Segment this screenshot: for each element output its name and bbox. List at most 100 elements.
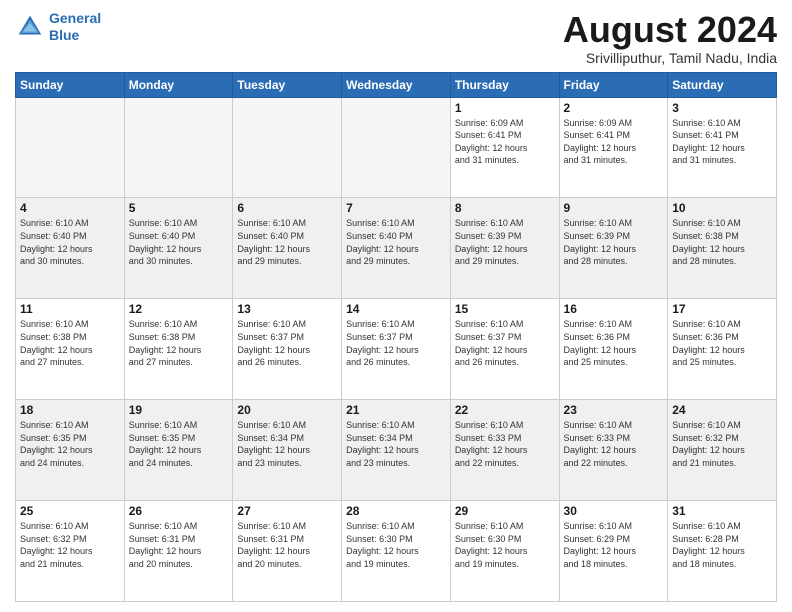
day-info: Sunrise: 6:10 AM Sunset: 6:30 PM Dayligh… — [346, 520, 446, 570]
day-info: Sunrise: 6:10 AM Sunset: 6:36 PM Dayligh… — [564, 318, 664, 368]
day-number: 28 — [346, 504, 446, 518]
calendar-cell: 11Sunrise: 6:10 AM Sunset: 6:38 PM Dayli… — [16, 299, 125, 400]
month-title: August 2024 — [563, 10, 777, 50]
calendar-cell: 4Sunrise: 6:10 AM Sunset: 6:40 PM Daylig… — [16, 198, 125, 299]
day-number: 13 — [237, 302, 337, 316]
calendar-cell — [342, 97, 451, 198]
calendar-cell: 13 Sunrise: 6:10 AM Sunset: 6:37 PM Dayli… — [233, 299, 342, 400]
calendar-cell: 1Sunrise: 6:09 AM Sunset: 6:41 PM Daylig… — [450, 97, 559, 198]
calendar-cell: 18 Sunrise: 6:10 AM Sunset: 6:35 PM Dayli… — [16, 400, 125, 501]
calendar-cell: 22Sunrise: 6:10 AM Sunset: 6:33 PM Dayli… — [450, 400, 559, 501]
day-info: Sunrise: 6:10 AM Sunset: 6:32 PM Dayligh… — [672, 419, 772, 469]
calendar-header-wednesday: Wednesday — [342, 72, 451, 97]
calendar-cell: 7Sunrise: 6:10 AM Sunset: 6:40 PM Daylig… — [342, 198, 451, 299]
day-number: 2 — [564, 101, 664, 115]
calendar-week-2: 11 Sunrise: 6:10 AM Sunset: 6:38 PM Dayli… — [16, 299, 777, 400]
day-number: 15 — [455, 302, 555, 316]
calendar-cell: 19 Sunrise: 6:10 AM Sunset: 6:35 PM Dayli… — [124, 400, 233, 501]
calendar-cell: 20 Sunrise: 6:10 AM Sunset: 6:34 PM Dayli… — [233, 400, 342, 501]
calendar-cell: 21 Sunrise: 6:10 AM Sunset: 6:34 PM Dayli… — [342, 400, 451, 501]
day-info: Sunrise: 6:10 AM Sunset: 6:34 PM Dayligh… — [237, 419, 337, 469]
calendar-cell: 23 Sunrise: 6:10 AM Sunset: 6:33 PM Dayli… — [559, 400, 668, 501]
day-info: Sunrise: 6:10 AM Sunset: 6:39 PM Dayligh… — [564, 217, 664, 267]
day-number: 20 — [237, 403, 337, 417]
day-number: 31 — [672, 504, 772, 518]
day-number: 23 — [564, 403, 664, 417]
day-number: 17 — [672, 302, 772, 316]
day-number: 16 — [564, 302, 664, 316]
calendar-cell: 31 Sunrise: 6:10 AM Sunset: 6:28 PM Dayli… — [668, 501, 777, 602]
day-info: Sunrise: 6:09 AM Sunset: 6:41 PM Dayligh… — [455, 117, 555, 167]
calendar-header-tuesday: Tuesday — [233, 72, 342, 97]
day-info: Sunrise: 6:10 AM Sunset: 6:35 PM Dayligh… — [20, 419, 120, 469]
day-info: Sunrise: 6:10 AM Sunset: 6:28 PM Dayligh… — [672, 520, 772, 570]
calendar-header-saturday: Saturday — [668, 72, 777, 97]
calendar-week-3: 18 Sunrise: 6:10 AM Sunset: 6:35 PM Dayli… — [16, 400, 777, 501]
day-number: 6 — [237, 201, 337, 215]
day-number: 21 — [346, 403, 446, 417]
day-number: 12 — [129, 302, 229, 316]
calendar-cell: 5 Sunrise: 6:10 AM Sunset: 6:40 PM Daylig… — [124, 198, 233, 299]
calendar: SundayMondayTuesdayWednesdayThursdayFrid… — [15, 72, 777, 602]
day-number: 25 — [20, 504, 120, 518]
title-block: August 2024 Srivilliputhur, Tamil Nadu, … — [563, 10, 777, 66]
day-info: Sunrise: 6:10 AM Sunset: 6:32 PM Dayligh… — [20, 520, 120, 570]
day-number: 27 — [237, 504, 337, 518]
logo-blue: Blue — [49, 27, 79, 43]
day-number: 5 — [129, 201, 229, 215]
calendar-cell: 2Sunrise: 6:09 AM Sunset: 6:41 PM Daylig… — [559, 97, 668, 198]
day-number: 9 — [564, 201, 664, 215]
day-info: Sunrise: 6:10 AM Sunset: 6:35 PM Dayligh… — [129, 419, 229, 469]
calendar-header-friday: Friday — [559, 72, 668, 97]
logo: General Blue — [15, 10, 101, 44]
day-number: 30 — [564, 504, 664, 518]
calendar-cell: 6Sunrise: 6:10 AM Sunset: 6:40 PM Daylig… — [233, 198, 342, 299]
calendar-cell: 29 Sunrise: 6:10 AM Sunset: 6:30 PM Dayli… — [450, 501, 559, 602]
day-number: 10 — [672, 201, 772, 215]
day-info: Sunrise: 6:10 AM Sunset: 6:31 PM Dayligh… — [237, 520, 337, 570]
calendar-week-1: 4Sunrise: 6:10 AM Sunset: 6:40 PM Daylig… — [16, 198, 777, 299]
day-info: Sunrise: 6:10 AM Sunset: 6:40 PM Dayligh… — [20, 217, 120, 267]
logo-general: General — [49, 10, 101, 26]
day-number: 19 — [129, 403, 229, 417]
day-number: 18 — [20, 403, 120, 417]
day-info: Sunrise: 6:10 AM Sunset: 6:33 PM Dayligh… — [564, 419, 664, 469]
day-info: Sunrise: 6:10 AM Sunset: 6:30 PM Dayligh… — [455, 520, 555, 570]
calendar-cell — [124, 97, 233, 198]
page: General Blue August 2024 Srivilliputhur,… — [0, 0, 792, 612]
day-info: Sunrise: 6:10 AM Sunset: 6:33 PM Dayligh… — [455, 419, 555, 469]
day-info: Sunrise: 6:10 AM Sunset: 6:37 PM Dayligh… — [455, 318, 555, 368]
calendar-cell: 27 Sunrise: 6:10 AM Sunset: 6:31 PM Dayli… — [233, 501, 342, 602]
day-number: 29 — [455, 504, 555, 518]
day-info: Sunrise: 6:10 AM Sunset: 6:37 PM Dayligh… — [237, 318, 337, 368]
day-number: 8 — [455, 201, 555, 215]
day-info: Sunrise: 6:10 AM Sunset: 6:37 PM Dayligh… — [346, 318, 446, 368]
day-info: Sunrise: 6:10 AM Sunset: 6:40 PM Dayligh… — [129, 217, 229, 267]
day-number: 11 — [20, 302, 120, 316]
location: Srivilliputhur, Tamil Nadu, India — [563, 50, 777, 66]
day-number: 14 — [346, 302, 446, 316]
calendar-cell: 30Sunrise: 6:10 AM Sunset: 6:29 PM Dayli… — [559, 501, 668, 602]
calendar-cell: 12 Sunrise: 6:10 AM Sunset: 6:38 PM Dayli… — [124, 299, 233, 400]
calendar-cell: 26 Sunrise: 6:10 AM Sunset: 6:31 PM Dayli… — [124, 501, 233, 602]
calendar-cell: 25 Sunrise: 6:10 AM Sunset: 6:32 PM Dayli… — [16, 501, 125, 602]
day-info: Sunrise: 6:10 AM Sunset: 6:41 PM Dayligh… — [672, 117, 772, 167]
day-info: Sunrise: 6:10 AM Sunset: 6:38 PM Dayligh… — [129, 318, 229, 368]
day-info: Sunrise: 6:10 AM Sunset: 6:34 PM Dayligh… — [346, 419, 446, 469]
calendar-cell: 24 Sunrise: 6:10 AM Sunset: 6:32 PM Dayli… — [668, 400, 777, 501]
calendar-cell — [16, 97, 125, 198]
day-info: Sunrise: 6:10 AM Sunset: 6:31 PM Dayligh… — [129, 520, 229, 570]
day-number: 7 — [346, 201, 446, 215]
calendar-header-sunday: Sunday — [16, 72, 125, 97]
day-info: Sunrise: 6:10 AM Sunset: 6:36 PM Dayligh… — [672, 318, 772, 368]
calendar-cell: 10Sunrise: 6:10 AM Sunset: 6:38 PM Dayli… — [668, 198, 777, 299]
calendar-cell: 8Sunrise: 6:10 AM Sunset: 6:39 PM Daylig… — [450, 198, 559, 299]
calendar-cell: 9 Sunrise: 6:10 AM Sunset: 6:39 PM Daylig… — [559, 198, 668, 299]
logo-icon — [15, 12, 45, 42]
header: General Blue August 2024 Srivilliputhur,… — [15, 10, 777, 66]
day-number: 24 — [672, 403, 772, 417]
calendar-cell: 17 Sunrise: 6:10 AM Sunset: 6:36 PM Dayli… — [668, 299, 777, 400]
calendar-cell — [233, 97, 342, 198]
day-number: 26 — [129, 504, 229, 518]
calendar-header-thursday: Thursday — [450, 72, 559, 97]
